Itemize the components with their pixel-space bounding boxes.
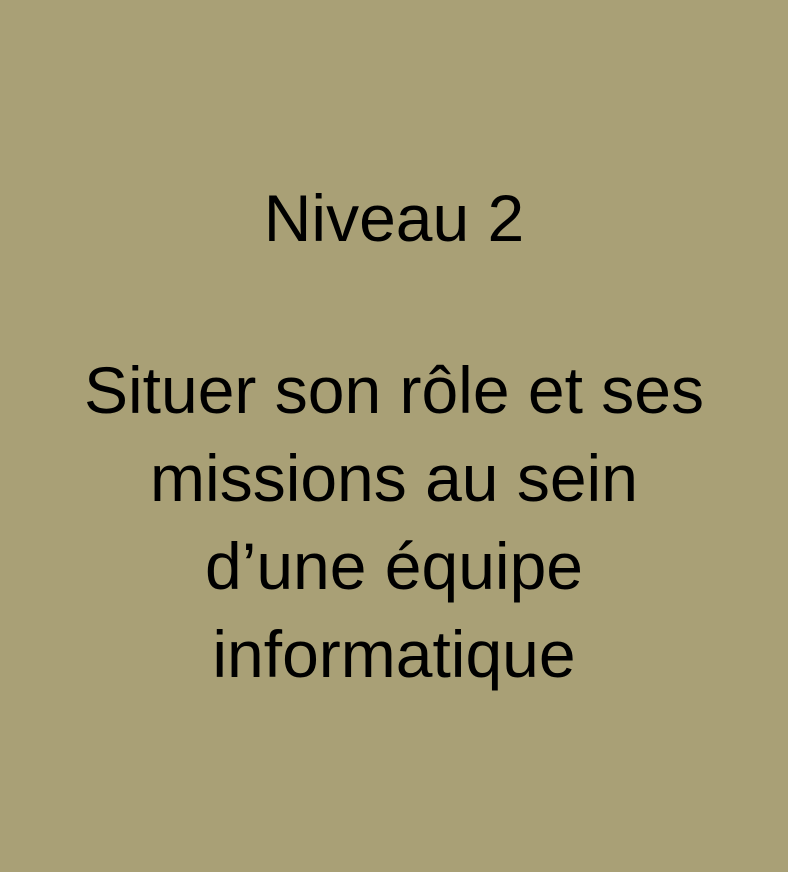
slide: Niveau 2 Situer son rôle et ses missions… [0,0,788,872]
slide-title: Situer son rôle et ses missions au sein … [0,346,788,698]
title-line-1: Situer son rôle et ses [84,353,704,427]
title-line-4: informatique [212,617,576,691]
title-line-2: missions au sein [150,441,638,515]
title-line-3: d’une équipe [204,529,584,603]
level-heading: Niveau 2 [263,181,525,255]
